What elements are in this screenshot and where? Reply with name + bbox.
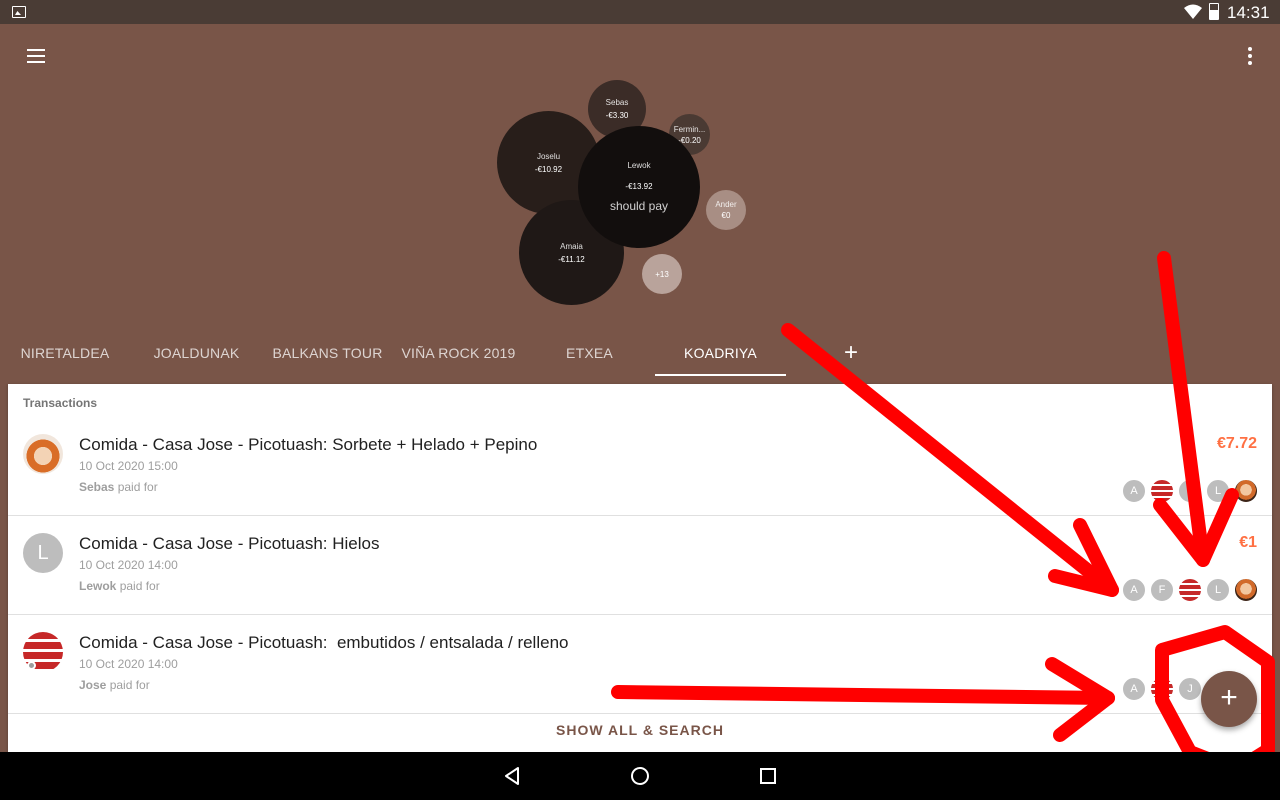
participant-avatar	[1178, 578, 1202, 602]
payer-name: Jose	[79, 678, 107, 692]
bubble-more[interactable]: +13	[642, 254, 682, 294]
add-tab-button[interactable]: +	[838, 340, 864, 366]
participant-avatar	[1178, 479, 1202, 503]
wifi-icon	[1184, 4, 1202, 19]
transactions-card: Transactions Comida - Casa Jose - Picotu…	[8, 384, 1272, 764]
transactions-title: Transactions	[23, 396, 98, 410]
tab-etxea[interactable]: ETXEA	[524, 330, 655, 376]
show-all-search-button[interactable]: SHOW ALL & SEARCH	[8, 722, 1272, 752]
transaction-row[interactable]: L Comida - Casa Jose - Picotuash: Hielos…	[8, 516, 1272, 615]
participant-avatar: A	[1122, 578, 1146, 602]
transaction-row[interactable]: Comida - Casa Jose - Picotuash: Sorbete …	[8, 417, 1272, 516]
status-dot	[27, 661, 36, 670]
transaction-payer: Jose paid for	[79, 678, 150, 692]
bubble-value: €0	[721, 211, 731, 220]
status-bar: 14:31	[0, 0, 1280, 24]
payer-name: Sebas	[79, 480, 115, 494]
transaction-amount: €1	[1239, 534, 1257, 551]
bubble-name: Sebas	[605, 98, 629, 107]
bubble-name: +13	[655, 269, 669, 279]
recents-icon[interactable]	[756, 764, 780, 788]
menu-icon[interactable]	[24, 44, 48, 68]
transaction-date: 10 Oct 2020 14:00	[79, 657, 178, 671]
participant-avatar	[1150, 677, 1174, 701]
transaction-amount: €7.72	[1216, 435, 1257, 452]
transaction-payer: Lewok paid for	[79, 579, 160, 593]
participant-avatar: A	[1122, 479, 1146, 503]
payer-name: Lewok	[79, 579, 117, 593]
paid-for-label: paid for	[109, 678, 150, 692]
status-time: 14:31	[1227, 3, 1270, 22]
avatar	[23, 434, 63, 474]
bubble-value: -€13.92	[625, 182, 653, 191]
tab-balkans-tour[interactable]: BALKANS TOUR	[262, 330, 393, 376]
participant-avatar: F	[1150, 578, 1174, 602]
should-pay-label: should pay	[609, 199, 669, 213]
add-transaction-button[interactable]: +	[1201, 671, 1257, 727]
tab-vina-rock-2019[interactable]: VIÑA ROCK 2019	[393, 330, 524, 376]
transaction-title: Comida - Casa Jose - Picotuash: Hielos	[79, 534, 380, 553]
battery-icon	[1209, 3, 1219, 20]
system-nav-bar	[0, 752, 1280, 800]
gallery-notification-icon	[12, 6, 26, 18]
avatar: L	[23, 533, 63, 573]
paid-for-label: paid for	[119, 579, 160, 593]
participants: A F L	[1118, 578, 1258, 602]
transaction-payer: Sebas paid for	[79, 480, 158, 494]
transaction-title: Comida - Casa Jose - Picotuash: Sorbete …	[79, 435, 538, 454]
more-options-icon[interactable]	[1238, 44, 1262, 68]
bubble-name: Lewok	[627, 161, 651, 170]
participants: A L	[1118, 479, 1258, 503]
participant-avatar: J	[1178, 677, 1202, 701]
group-tabs: NIRETALDEA JOALDUNAK BALKANS TOUR VIÑA R…	[0, 330, 1280, 376]
bubble-name: Fermin...	[673, 124, 706, 134]
transaction-row[interactable]: Comida - Casa Jose - Picotuash: embutido…	[8, 615, 1272, 714]
participants: A J	[1118, 677, 1202, 701]
bubble-lewok[interactable]: Lewok -€13.92 should pay	[578, 126, 700, 248]
participant-avatar: L	[1206, 578, 1230, 602]
participant-avatar	[1234, 479, 1258, 503]
paid-for-label: paid for	[117, 480, 158, 494]
transaction-title: Comida - Casa Jose - Picotuash: embutido…	[79, 633, 569, 652]
tab-joaldunak[interactable]: JOALDUNAK	[131, 330, 262, 376]
tab-niretaldea[interactable]: NIRETALDEA	[0, 330, 130, 376]
transaction-date: 10 Oct 2020 14:00	[79, 558, 178, 572]
bubble-value: -€10.92	[534, 164, 563, 174]
participant-avatar: L	[1206, 479, 1230, 503]
bubble-value: -€3.30	[605, 111, 629, 120]
bubble-name: Ander	[715, 200, 737, 209]
transaction-date: 10 Oct 2020 15:00	[79, 459, 178, 473]
home-icon[interactable]	[628, 764, 652, 788]
bubble-value: -€11.12	[558, 254, 585, 264]
participant-avatar	[1234, 578, 1258, 602]
bubble-name: Joselu	[536, 151, 561, 161]
bubble-name: Amaia	[560, 241, 583, 251]
participant-avatar	[1150, 479, 1174, 503]
tab-koadriya[interactable]: KOADRIYA	[655, 330, 786, 376]
participant-avatar: A	[1122, 677, 1146, 701]
bubble-ander[interactable]: Ander €0	[706, 190, 746, 230]
back-icon[interactable]	[500, 764, 524, 788]
